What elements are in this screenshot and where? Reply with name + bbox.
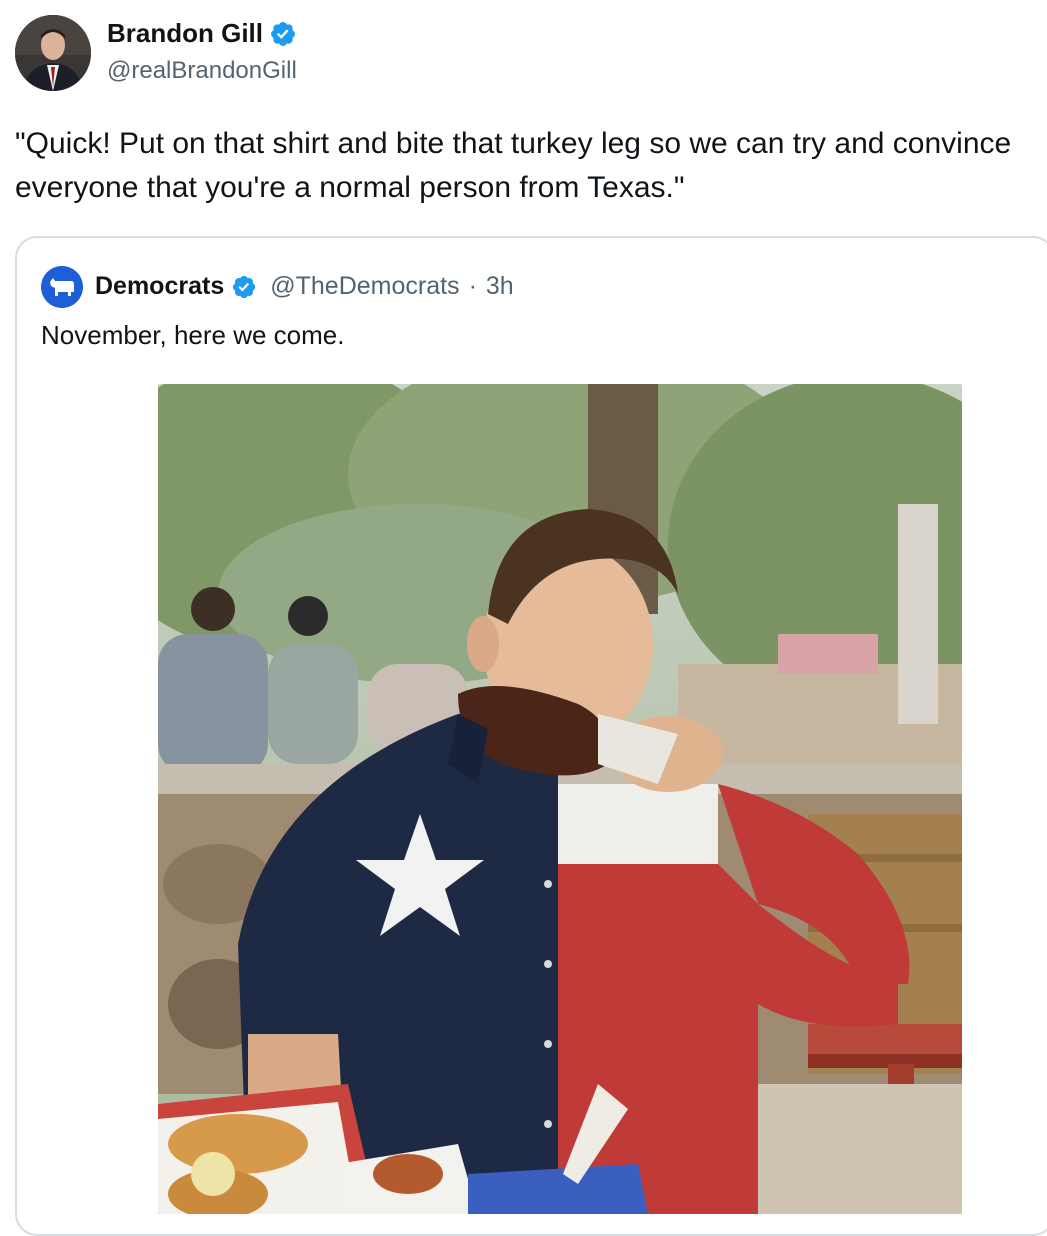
quoted-tweet[interactable]: Democrats @TheDemocrats · 3h November, h… bbox=[15, 236, 1047, 1236]
tweet-card: Brandon Gill @realBrandonGill "Quick! Pu… bbox=[0, 0, 1047, 1236]
author-info: Brandon Gill @realBrandonGill bbox=[107, 18, 297, 85]
donkey-logo-icon bbox=[41, 266, 83, 308]
verified-badge-icon bbox=[271, 21, 295, 46]
author-avatar[interactable] bbox=[15, 15, 91, 91]
quoted-display-name[interactable]: Democrats bbox=[95, 272, 224, 301]
verified-badge-icon bbox=[233, 275, 256, 298]
quoted-timestamp[interactable]: 3h bbox=[486, 272, 514, 301]
time-separator: · bbox=[468, 272, 477, 300]
man-eating-turkey-leg-photo bbox=[158, 384, 962, 1214]
quoted-text: November, here we come. bbox=[41, 320, 345, 350]
quoted-photo[interactable] bbox=[158, 384, 962, 1214]
tweet-text: "Quick! Put on that shirt and bite that … bbox=[15, 127, 1012, 204]
quoted-header: Democrats @TheDemocrats · 3h bbox=[95, 272, 514, 301]
author-display-name[interactable]: Brandon Gill bbox=[107, 18, 263, 49]
profile-photo bbox=[15, 15, 91, 91]
quoted-author-avatar[interactable] bbox=[41, 266, 83, 308]
quoted-handle[interactable]: @TheDemocrats bbox=[270, 272, 459, 301]
author-handle[interactable]: @realBrandonGill bbox=[107, 57, 297, 85]
